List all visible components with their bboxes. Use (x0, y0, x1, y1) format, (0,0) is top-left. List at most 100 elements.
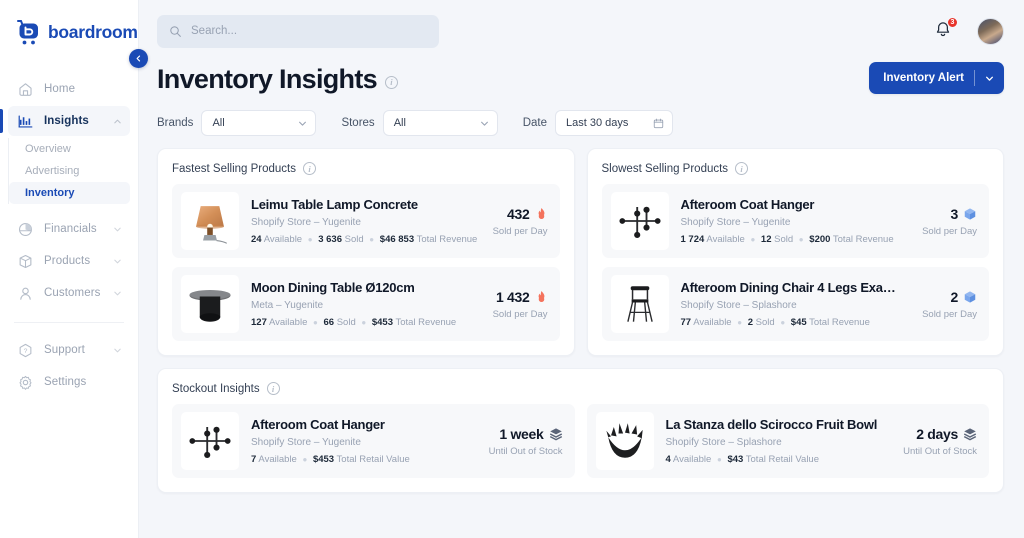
info-icon[interactable]: i (735, 162, 749, 175)
sidebar-item-label: Support (44, 344, 85, 356)
meta-value: 66 (323, 316, 335, 328)
sidebar-item-insights[interactable]: Insights (0, 106, 130, 136)
meta-label: Sold (344, 233, 364, 245)
sidebar-subitem-label: Inventory (25, 187, 75, 199)
date-filter-label: Date (522, 117, 547, 129)
page-header: Inventory Insights i Inventory Alert (139, 62, 1024, 94)
blue-cube-icon (964, 290, 976, 303)
inventory-alert-button[interactable]: Inventory Alert (869, 62, 1004, 94)
main-content: Search... 3 Inventory Insights i Invento… (139, 0, 1024, 538)
sidebar-item-support[interactable]: ? Support (8, 335, 130, 365)
stat-value-row: 3 (922, 206, 977, 222)
product-stat: 1 432 Sold per Day (487, 289, 548, 320)
svg-text:?: ? (23, 348, 27, 355)
sidebar-item-overview[interactable]: Overview (9, 138, 130, 160)
meta-label: Available (258, 453, 297, 465)
product-stat: 2 Sold per Day (916, 289, 977, 320)
sidebar-item-customers[interactable]: Customers (8, 278, 130, 308)
chevron-down-icon (114, 291, 121, 295)
button-divider (974, 70, 975, 86)
sidebar: boardroom Home Insights Overview Adverti… (0, 0, 148, 538)
meta-separator: ● (780, 317, 786, 327)
product-row[interactable]: Leimu Table Lamp Concrete Shopify Store … (172, 184, 560, 258)
product-info: La Stanza dello Scirocco Fruit Bowl Shop… (666, 417, 886, 464)
inventory-alert-label: Inventory Alert (883, 72, 964, 84)
date-filter-select[interactable]: Last 30 days (554, 110, 673, 136)
info-icon[interactable]: i (384, 75, 398, 89)
filter-bar: Brands All Stores All Date Last 30 days (139, 94, 1024, 136)
product-row[interactable]: Afteroom Coat Hanger Shopify Store – Yug… (601, 184, 989, 258)
info-icon[interactable]: i (266, 382, 280, 395)
meta-value: 2 (747, 316, 754, 328)
meta-label: Total Revenue (416, 233, 478, 245)
meta-label: Sold (774, 233, 794, 245)
meta-separator: ● (307, 234, 313, 244)
sidebar-item-label: Customers (44, 287, 101, 299)
stockout-rows: Afteroom Coat Hanger Shopify Store – Yug… (172, 404, 989, 478)
product-info: Afteroom Dining Chair 4 Legs Exampl... S… (681, 280, 905, 327)
stat-value-row: 2 (922, 289, 977, 305)
help-hexagon-icon: ? (16, 341, 34, 359)
chevron-down-icon (114, 348, 121, 352)
stat-value-row: 1 432 (493, 289, 548, 305)
meta-value: 1 724 (680, 233, 705, 245)
stat-value: 432 (507, 205, 530, 222)
sidebar-item-advertising[interactable]: Advertising (9, 160, 130, 182)
sidebar-item-products[interactable]: Products (8, 246, 130, 276)
meta-value: 127 (251, 316, 267, 328)
product-name: Moon Dining Table Ø120cm (251, 280, 415, 296)
sidebar-item-settings[interactable]: Settings (8, 367, 130, 397)
product-stat: 3 Sold per Day (916, 206, 977, 237)
meta-value: $43 (727, 453, 744, 465)
stores-filter-value: All (393, 117, 406, 129)
product-info: Afteroom Coat Hanger Shopify Store – Yug… (251, 417, 471, 464)
sidebar-item-inventory[interactable]: Inventory (9, 182, 130, 204)
fire-icon (538, 290, 544, 303)
meta-value: 4 (665, 453, 671, 465)
stockout-row[interactable]: La Stanza dello Scirocco Fruit Bowl Shop… (586, 404, 989, 478)
chevron-down-icon (299, 121, 307, 126)
coat-hanger-image (181, 412, 239, 470)
stat-value-row: 1 week (489, 426, 563, 442)
brands-filter-label: Brands (157, 117, 194, 129)
meta-label: Total Revenue (395, 316, 457, 328)
stat-label: Until Out of Stock (903, 445, 977, 457)
stat-value: 3 (950, 205, 959, 222)
meta-separator: ● (716, 454, 722, 464)
product-stat: 432 Sold per Day (487, 206, 548, 237)
card-header: Slowest Selling Products i (602, 162, 990, 175)
card-header: Stockout Insights i (172, 382, 989, 395)
product-row[interactable]: Afteroom Dining Chair 4 Legs Exampl... S… (601, 267, 989, 341)
chevron-up-icon (114, 119, 121, 123)
sidebar-subitem-label: Advertising (25, 165, 80, 177)
product-name: La Stanza dello Scirocco Fruit Bowl (665, 417, 878, 433)
notification-badge: 3 (947, 17, 958, 28)
sidebar-item-home[interactable]: Home (8, 74, 130, 104)
info-icon[interactable]: i (303, 162, 317, 175)
sidebar-item-label: Home (44, 83, 76, 95)
stores-filter-select[interactable]: All (382, 110, 498, 136)
meta-separator: ● (313, 317, 318, 327)
stat-value: 2 (950, 288, 959, 305)
stockout-insights-card: Stockout Insights i Afteroom Coat Hanger… (157, 368, 1004, 493)
brands-filter-value: All (212, 117, 225, 129)
gear-icon (16, 373, 34, 391)
product-row[interactable]: Moon Dining Table Ø120cm Meta – Yugenite… (172, 267, 560, 341)
avatar[interactable] (977, 17, 1004, 45)
product-store: Shopify Store – Splashore (680, 299, 797, 311)
search-input[interactable]: Search... (157, 14, 439, 48)
brands-filter-select[interactable]: All (201, 110, 317, 136)
sidebar-collapse-button[interactable] (129, 49, 148, 68)
notifications-button[interactable]: 3 (933, 17, 958, 42)
brand-logo[interactable]: boardroom (0, 14, 138, 46)
fruit-bowl-image (595, 412, 654, 470)
chevron-down-icon[interactable] (985, 74, 994, 83)
sidebar-subnav-insights: Overview Advertising Inventory (8, 138, 130, 204)
meta-value: 3 636 (318, 233, 342, 245)
card-title: Fastest Selling Products (172, 162, 297, 175)
sidebar-item-financials[interactable]: Financials (8, 214, 130, 244)
meta-value: 7 (251, 453, 257, 465)
meta-value: $453 (312, 453, 335, 465)
stockout-row[interactable]: Afteroom Coat Hanger Shopify Store – Yug… (172, 404, 575, 478)
search-placeholder: Search... (191, 25, 238, 37)
